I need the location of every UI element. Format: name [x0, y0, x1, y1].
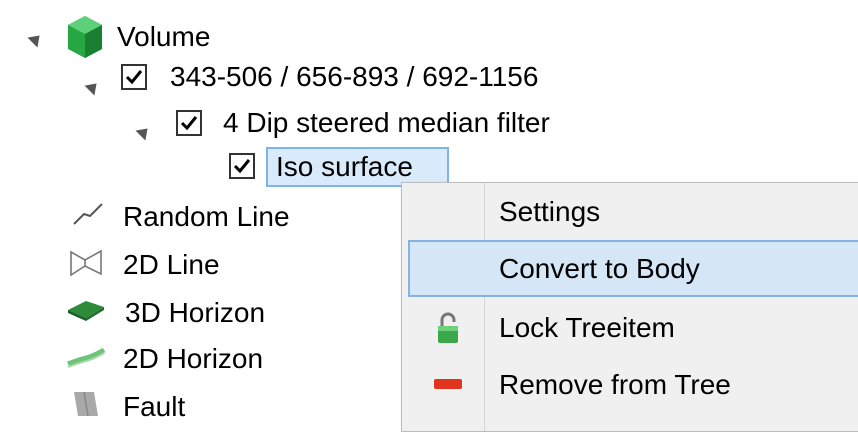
tree-item-2d-horizon[interactable]: 2D Horizon: [123, 336, 263, 382]
expand-volume-icon[interactable]: [27, 30, 45, 48]
2d-line-icon: [70, 249, 102, 277]
range-checkbox[interactable]: [121, 64, 147, 90]
tree-item-random-line[interactable]: Random Line: [123, 194, 290, 240]
menu-item-settings[interactable]: Settings: [410, 183, 858, 240]
menu-item-lock-label: Lock Treeitem: [499, 312, 675, 343]
expand-filter-icon[interactable]: [135, 123, 153, 141]
tree-item-range[interactable]: 343-506 / 656-893 / 692-1156: [170, 54, 538, 100]
tree-item-filter[interactable]: 4 Dip steered median filter: [223, 100, 550, 146]
menu-item-convert-to-body[interactable]: Convert to Body: [408, 240, 858, 297]
tree-item-2d-line[interactable]: 2D Line: [123, 242, 220, 288]
fault-icon: [74, 391, 98, 416]
tree-item-iso-surface[interactable]: Iso surface: [276, 144, 413, 190]
3d-horizon-icon: [68, 301, 104, 321]
menu-item-settings-label: Settings: [499, 196, 601, 227]
context-menu: Settings Convert to Body Lock Treeitem R…: [401, 182, 858, 432]
volume-icon: [68, 16, 102, 58]
tree-item-3d-horizon[interactable]: 3D Horizon: [125, 290, 265, 336]
menu-item-remove-from-tree[interactable]: Remove from Tree: [410, 356, 858, 413]
lock-icon: [438, 312, 458, 343]
menu-item-remove-label: Remove from Tree: [499, 369, 731, 400]
filter-checkbox[interactable]: [176, 110, 202, 136]
2d-horizon-icon: [67, 347, 106, 368]
tree-item-fault[interactable]: Fault: [123, 384, 185, 430]
remove-icon: [434, 379, 462, 389]
menu-item-convert-label: Convert to Body: [499, 253, 700, 284]
expand-range-icon[interactable]: [84, 78, 102, 96]
iso-surface-checkbox[interactable]: [229, 153, 255, 179]
menu-item-lock-treeitem[interactable]: Lock Treeitem: [410, 299, 858, 356]
random-line-icon: [73, 203, 103, 225]
